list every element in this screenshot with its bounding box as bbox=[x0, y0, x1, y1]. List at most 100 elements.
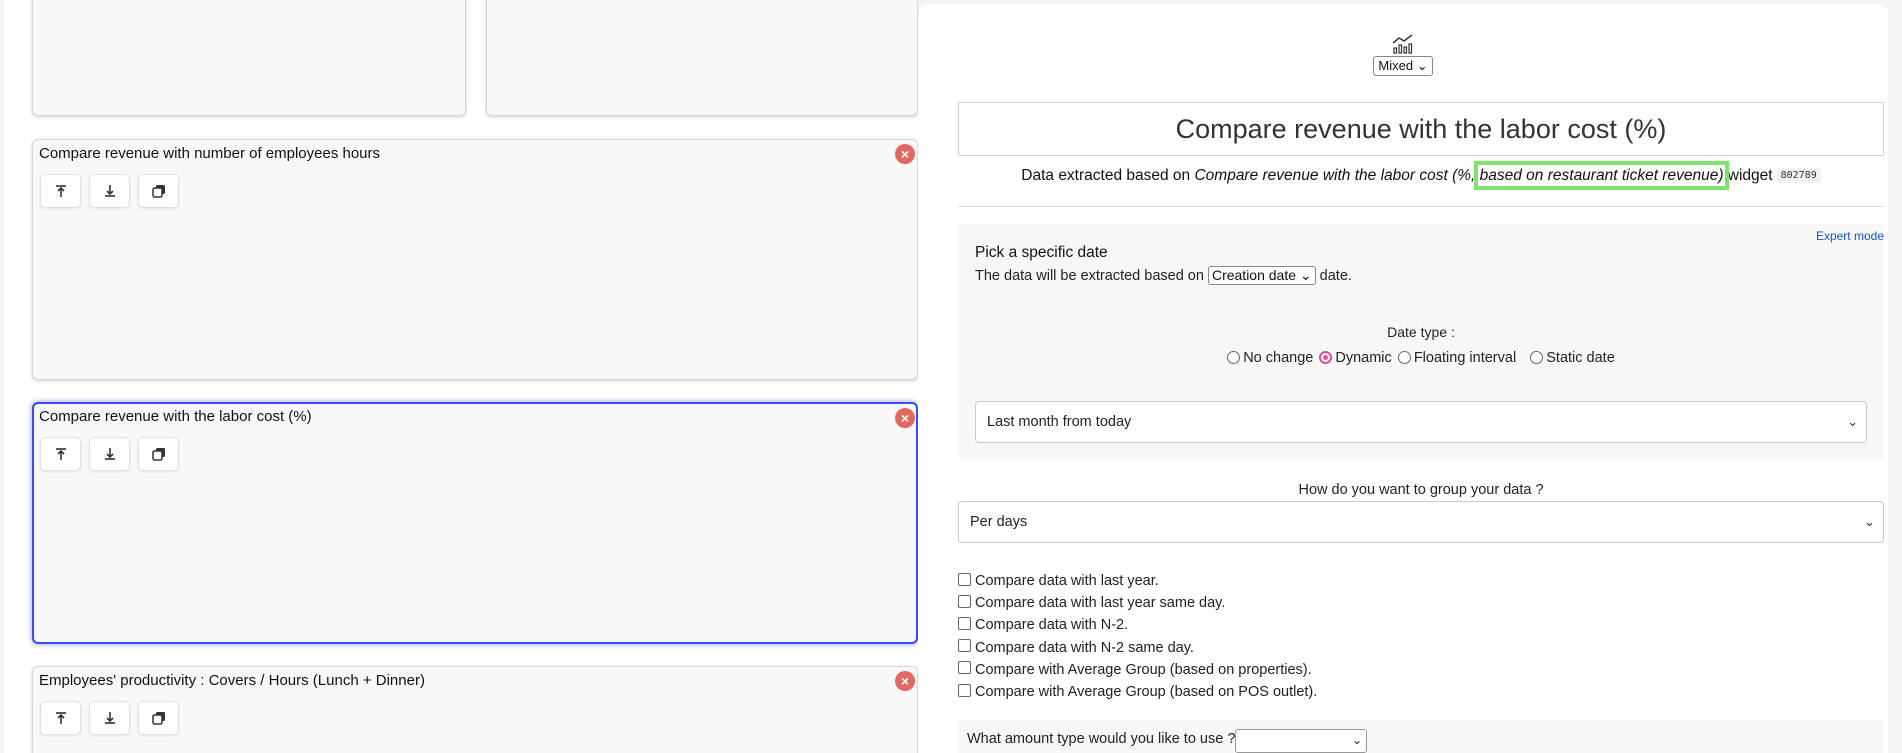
radio-label: Dynamic bbox=[1335, 350, 1392, 366]
move-to-bottom-button[interactable] bbox=[89, 701, 130, 735]
radio-button[interactable] bbox=[1530, 350, 1544, 364]
date-desc-prefix: The data will be extracted based on bbox=[975, 268, 1208, 284]
date-field-description: The data will be extracted based on Crea… bbox=[975, 266, 1352, 285]
compare-option[interactable]: Compare data with N-2 same day. bbox=[958, 637, 1317, 659]
widget-card[interactable]: Employees' productivity : Covers / Hours… bbox=[32, 666, 918, 753]
group-by-select[interactable]: Per days ⌄ bbox=[958, 501, 1884, 543]
radio-button[interactable] bbox=[1397, 350, 1411, 364]
date-range-select[interactable]: Last month from today ⌄ bbox=[975, 401, 1867, 443]
radio-button[interactable] bbox=[1227, 350, 1241, 364]
widget-card[interactable] bbox=[32, 0, 466, 116]
copy-icon bbox=[151, 448, 165, 461]
extract-source-highlight: based on restaurant ticket revenue) bbox=[1473, 161, 1730, 190]
widget-actions bbox=[40, 437, 179, 471]
arrow-to-bottom-icon bbox=[104, 448, 115, 460]
amount-type-select[interactable]: ⌄ bbox=[1235, 729, 1367, 753]
compare-option[interactable]: Compare with Average Group (based on POS… bbox=[958, 681, 1317, 703]
date-settings-panel: Expert mode Pick a specific date The dat… bbox=[958, 224, 1884, 459]
group-by-value: Per days bbox=[970, 514, 1028, 530]
chart-type-value: Mixed bbox=[1378, 58, 1414, 73]
checkbox[interactable] bbox=[958, 594, 971, 608]
close-icon: × bbox=[900, 146, 910, 162]
copy-icon bbox=[151, 712, 165, 725]
remove-widget-button[interactable]: × bbox=[895, 408, 915, 428]
compare-option[interactable]: Compare data with last year. bbox=[958, 570, 1317, 592]
checkbox[interactable] bbox=[958, 683, 971, 697]
radio-floating-interval[interactable]: Floating interval bbox=[1397, 350, 1517, 366]
widget-title: Compare revenue with the labor cost (%) bbox=[39, 408, 312, 425]
checkbox-label: Compare data with N-2. bbox=[975, 617, 1129, 634]
date-field-select[interactable]: Creation date ⌄ bbox=[1207, 266, 1316, 285]
chevron-down-icon: ⌄ bbox=[1864, 514, 1875, 529]
widget-actions bbox=[40, 174, 179, 208]
date-section-title: Pick a specific date bbox=[975, 244, 1108, 261]
radio-label: No change bbox=[1243, 350, 1314, 366]
app-window: Compare revenue with number of employees… bbox=[0, 0, 1902, 753]
group-by-label: How do you want to group your data ? bbox=[1298, 482, 1544, 498]
arrow-to-top-icon bbox=[55, 185, 66, 197]
chart-type-select[interactable]: Mixed ⌄ bbox=[1373, 56, 1433, 76]
checkbox-label: Compare with Average Group (based on POS… bbox=[975, 684, 1318, 701]
move-to-bottom-button[interactable] bbox=[89, 174, 130, 208]
widget-card-selected[interactable]: Compare revenue with the labor cost (%) … bbox=[32, 402, 918, 644]
widget-actions bbox=[40, 701, 179, 735]
move-to-top-button[interactable] bbox=[40, 701, 81, 735]
duplicate-button[interactable] bbox=[138, 437, 179, 471]
widget-id-badge: 802789 bbox=[1776, 168, 1821, 184]
amount-type-label: What amount type would you like to use ? bbox=[967, 731, 1236, 747]
date-type-label: Date type : bbox=[1387, 324, 1455, 340]
chart-type-picker: Mixed ⌄ bbox=[918, 34, 1888, 76]
extract-suffix: widget bbox=[1723, 167, 1773, 184]
chevron-down-icon: ⌄ bbox=[1351, 733, 1362, 747]
remove-widget-button[interactable]: × bbox=[895, 671, 915, 691]
widget-card[interactable]: Compare revenue with number of employees… bbox=[32, 139, 918, 380]
widget-list: Compare revenue with number of employees… bbox=[4, 0, 918, 753]
duplicate-button[interactable] bbox=[138, 701, 179, 735]
date-type-radio-group: No change Dynamic Floating interval Stat… bbox=[958, 350, 1884, 369]
arrow-to-top-icon bbox=[55, 448, 66, 460]
checkbox[interactable] bbox=[958, 639, 971, 653]
expert-mode-link[interactable]: Expert mode bbox=[1816, 229, 1884, 243]
compare-options: Compare data with last year. Compare dat… bbox=[958, 570, 1317, 703]
widget-card[interactable] bbox=[486, 0, 918, 116]
remove-widget-button[interactable]: × bbox=[895, 144, 915, 164]
widget-editor: Mixed ⌄ Compare revenue with the labor c… bbox=[918, 4, 1888, 753]
arrow-to-top-icon bbox=[55, 712, 66, 724]
compare-option[interactable]: Compare data with last year same day. bbox=[958, 592, 1317, 614]
date-range-value: Last month from today bbox=[987, 414, 1132, 430]
compare-option[interactable]: Compare with Average Group (based on pro… bbox=[958, 659, 1317, 681]
radio-static-date[interactable]: Static date bbox=[1530, 350, 1615, 366]
widget-title: Employees' productivity : Covers / Hours… bbox=[39, 672, 425, 689]
radio-dynamic[interactable]: Dynamic bbox=[1319, 350, 1392, 366]
close-icon: × bbox=[900, 410, 910, 426]
extract-source-line: Data extracted based on Compare revenue … bbox=[958, 161, 1884, 190]
checkbox-label: Compare data with N-2 same day. bbox=[975, 639, 1194, 656]
checkbox-label: Compare data with last year same day. bbox=[975, 595, 1226, 612]
move-to-bottom-button[interactable] bbox=[89, 437, 130, 471]
checkbox[interactable] bbox=[958, 572, 971, 586]
move-to-top-button[interactable] bbox=[40, 174, 81, 208]
checkbox[interactable] bbox=[958, 661, 971, 675]
duplicate-button[interactable] bbox=[138, 174, 179, 208]
widget-title-input[interactable]: Compare revenue with the labor cost (%) bbox=[958, 102, 1884, 156]
compare-option[interactable]: Compare data with N-2. bbox=[958, 614, 1317, 636]
move-to-top-button[interactable] bbox=[40, 437, 81, 471]
radio-label: Static date bbox=[1546, 350, 1615, 366]
checkbox-label: Compare with Average Group (based on pro… bbox=[975, 661, 1312, 678]
divider bbox=[958, 206, 1884, 207]
extract-prefix: Data extracted based on bbox=[1021, 167, 1195, 184]
arrow-to-bottom-icon bbox=[104, 712, 115, 724]
close-icon: × bbox=[900, 673, 910, 689]
amount-type-row: What amount type would you like to use ?… bbox=[958, 720, 1884, 753]
checkbox-label: Compare data with last year. bbox=[975, 573, 1159, 590]
date-desc-suffix: date. bbox=[1315, 268, 1352, 284]
copy-icon bbox=[151, 185, 165, 198]
mixed-chart-icon bbox=[1392, 34, 1413, 54]
chevron-down-icon: ⌄ bbox=[1847, 414, 1858, 429]
radio-label: Floating interval bbox=[1413, 350, 1517, 366]
extract-source-part1: Compare revenue with the labor cost (%, bbox=[1194, 167, 1480, 184]
radio-button-selected[interactable] bbox=[1319, 350, 1333, 364]
chevron-down-icon: ⌄ bbox=[1416, 58, 1428, 73]
radio-no-change[interactable]: No change bbox=[1227, 350, 1313, 366]
checkbox[interactable] bbox=[958, 616, 971, 630]
